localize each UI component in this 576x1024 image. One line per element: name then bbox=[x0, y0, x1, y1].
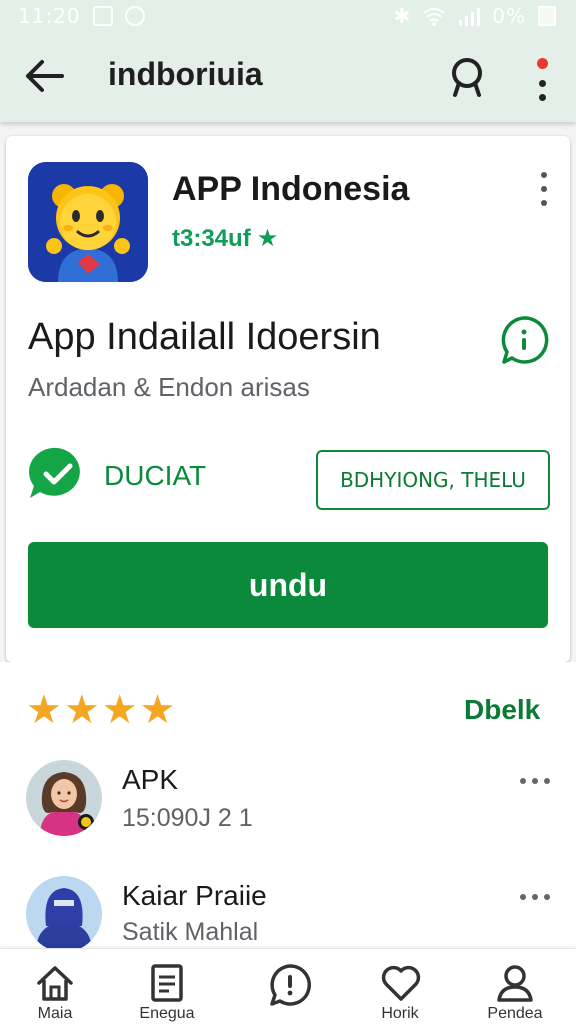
menu-dot-icon bbox=[544, 894, 550, 900]
rating-stars: ★ ★ ★ ★ bbox=[26, 690, 175, 730]
app-bar: indboriuia bbox=[0, 32, 576, 122]
notification-icon bbox=[92, 6, 113, 26]
page-title: indboriuia bbox=[108, 56, 263, 92]
star-icon: ★ bbox=[26, 688, 62, 732]
bluetooth-icon: ✱ bbox=[393, 5, 411, 28]
wifi-icon bbox=[423, 8, 445, 26]
heart-icon bbox=[381, 965, 421, 1001]
overflow-menu-button[interactable] bbox=[528, 50, 558, 106]
menu-dot-icon bbox=[532, 778, 538, 784]
status-bar: 11:20 ✱ 0% bbox=[0, 0, 576, 32]
card-more-button[interactable] bbox=[536, 172, 552, 208]
nav-item-document[interactable]: Enegua bbox=[112, 949, 222, 1024]
reviews-section: ★ ★ ★ ★ Dbelk APK 15:090J 2 1 Kaiar Prai… bbox=[0, 662, 576, 952]
nav-label: Maia bbox=[37, 1005, 73, 1022]
chat-icon bbox=[270, 964, 311, 1006]
app-info-card: APP Indonesia t3:34uf ★ App Indailall Ido… bbox=[6, 136, 570, 662]
signal-icon bbox=[459, 8, 481, 26]
status-time: 11:20 bbox=[18, 4, 81, 28]
app-name: APP Indonesia bbox=[172, 170, 410, 208]
nav-item-home[interactable]: Maia bbox=[0, 949, 110, 1024]
verified-label: DUCIAT bbox=[104, 460, 207, 491]
battery-icon bbox=[538, 6, 556, 26]
chat-button[interactable] bbox=[498, 314, 550, 366]
battery-percent: 0% bbox=[492, 4, 526, 28]
app-long-title: App Indailall Idoersin bbox=[28, 316, 381, 358]
chat-bubble-icon bbox=[501, 316, 549, 364]
nav-item-chat[interactable] bbox=[233, 949, 343, 1024]
review-more-button[interactable] bbox=[520, 776, 550, 786]
search-icon bbox=[452, 58, 482, 97]
app-meta-text: t3:34uf bbox=[172, 225, 251, 252]
secondary-action-button[interactable]: BDHYIONG, THELU bbox=[316, 450, 550, 510]
search-button[interactable] bbox=[442, 52, 492, 102]
nav-item-favorites[interactable]: Horik bbox=[345, 949, 455, 1024]
menu-dot-icon bbox=[520, 894, 526, 900]
star-icon: ★ bbox=[139, 688, 176, 732]
review-text: Satik Mahlal bbox=[122, 918, 259, 946]
verified-badge-icon bbox=[28, 446, 88, 502]
reviewer-name: Kaiar Praiie bbox=[122, 880, 267, 911]
document-icon bbox=[151, 964, 183, 1002]
app-developer[interactable]: Ardadan & Endon arisas bbox=[28, 372, 310, 403]
notification-dot-icon bbox=[537, 58, 548, 69]
see-all-link[interactable]: Dbelk bbox=[464, 694, 540, 726]
menu-dot-icon bbox=[539, 80, 546, 87]
menu-dot-icon bbox=[539, 94, 546, 101]
star-icon: ★ bbox=[101, 688, 138, 732]
status-right: ✱ 0% bbox=[393, 4, 556, 29]
back-button[interactable] bbox=[20, 52, 68, 100]
menu-dot-icon bbox=[532, 894, 538, 900]
menu-dot-icon bbox=[541, 200, 547, 206]
nav-item-profile[interactable]: Pendea bbox=[460, 949, 570, 1024]
star-icon: ★ bbox=[256, 225, 279, 252]
bottom-nav: Maia Enegua Horik Pendea bbox=[0, 948, 576, 1024]
install-button[interactable]: undu bbox=[28, 542, 548, 628]
app-meta: t3:34uf ★ bbox=[172, 224, 278, 253]
star-icon: ★ bbox=[63, 688, 100, 732]
nav-label: Pendea bbox=[487, 1005, 543, 1022]
reviewer-name: APK bbox=[122, 764, 179, 795]
arrow-left-icon bbox=[26, 60, 64, 92]
home-icon bbox=[37, 966, 73, 1001]
review-date: 15:090J 2 1 bbox=[122, 804, 253, 832]
menu-dot-icon bbox=[520, 778, 526, 784]
app-icon bbox=[28, 162, 148, 282]
status-left: 11:20 bbox=[18, 4, 145, 28]
nav-label: Horik bbox=[381, 1005, 419, 1022]
review-more-button[interactable] bbox=[520, 892, 550, 902]
menu-dot-icon bbox=[544, 778, 550, 784]
nav-label: Enegua bbox=[139, 1005, 195, 1022]
app-mascot-icon bbox=[28, 162, 148, 282]
person-icon bbox=[497, 965, 533, 1002]
review-item[interactable]: APK 15:090J 2 1 bbox=[0, 758, 576, 854]
avatar bbox=[26, 876, 102, 952]
menu-dot-icon bbox=[541, 172, 547, 178]
menu-dot-icon bbox=[541, 186, 547, 192]
avatar bbox=[26, 760, 102, 836]
app-notification-icon bbox=[124, 6, 145, 26]
